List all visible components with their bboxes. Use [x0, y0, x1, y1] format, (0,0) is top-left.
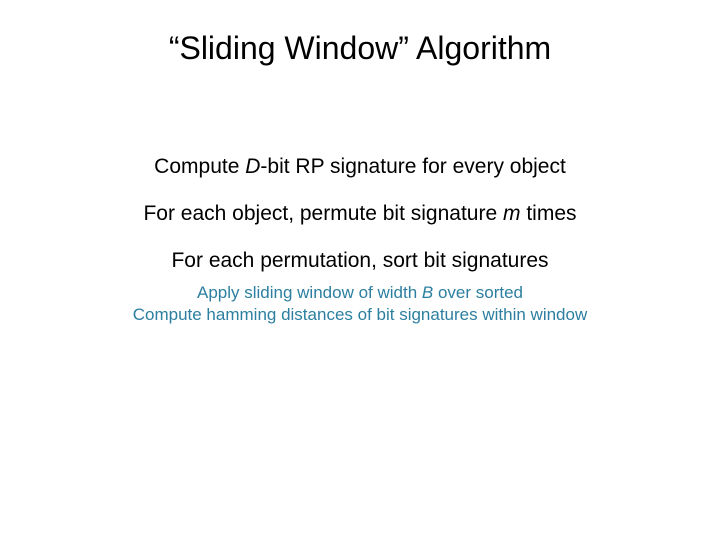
- algorithm-substep-1: Apply sliding window of width B over sor…: [0, 283, 720, 303]
- sub1-pre: Apply sliding window of width: [197, 283, 422, 302]
- step1-var: D: [245, 155, 260, 178]
- algorithm-step-1: Compute D-bit RP signature for every obj…: [0, 155, 720, 179]
- step2-var: m: [503, 202, 521, 225]
- algorithm-substep-2: Compute hamming distances of bit signatu…: [0, 305, 720, 325]
- step2-pre: For each object, permute bit signature: [143, 202, 503, 225]
- algorithm-step-2: For each object, permute bit signature m…: [0, 202, 720, 226]
- step1-pre: Compute: [154, 155, 245, 178]
- step2-post: times: [521, 202, 577, 225]
- sub1-var: B: [422, 283, 433, 302]
- algorithm-step-3: For each permutation, sort bit signature…: [0, 249, 720, 273]
- sub1-post: over sorted: [433, 283, 523, 302]
- slide-title: “Sliding Window” Algorithm: [0, 30, 720, 67]
- step1-post: -bit RP signature for every object: [260, 155, 565, 178]
- slide: “Sliding Window” Algorithm Compute D-bit…: [0, 0, 720, 540]
